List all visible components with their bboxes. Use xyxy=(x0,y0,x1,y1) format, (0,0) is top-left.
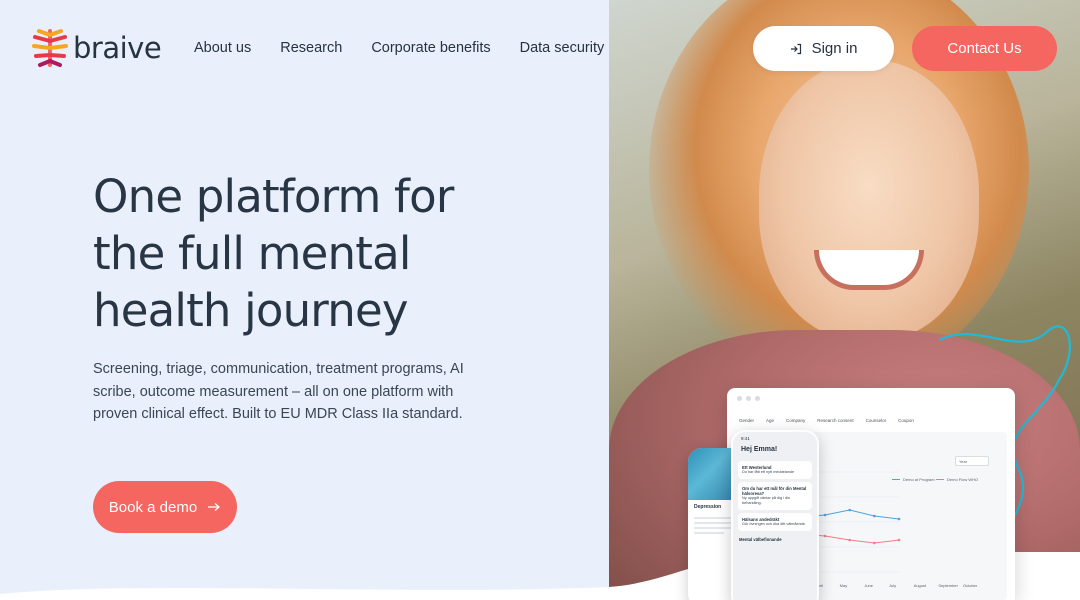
legend-swatch-pink xyxy=(936,478,944,481)
card-2-text: Ny uppgift väntar på dig i din behandlin… xyxy=(742,496,791,505)
hero-subtitle: Screening, triage, communication, treatm… xyxy=(93,361,464,422)
brain-logo-icon xyxy=(32,29,68,67)
filter-company: Company xyxy=(786,418,806,423)
nav-research[interactable]: Research xyxy=(280,40,342,56)
chart-point-1-4 xyxy=(823,513,827,517)
chart-point-2-6 xyxy=(873,541,876,545)
filter-age: Age xyxy=(766,418,775,423)
contact-us-button[interactable]: Contact Us xyxy=(912,26,1057,71)
page-title: One platform for the full mental health … xyxy=(93,168,533,339)
sign-in-label: Sign in xyxy=(811,40,858,57)
title-line-1: One platform for xyxy=(93,170,454,223)
nav-data-security[interactable]: Data security xyxy=(520,40,605,56)
legend-label-1: Demo at Program xyxy=(903,477,935,482)
phone-greeting: Hej Emma! xyxy=(741,446,778,453)
month-label: September xyxy=(938,583,958,588)
chart-point-1-5 xyxy=(848,508,851,512)
chart-point-1-6 xyxy=(873,514,876,518)
month-label: August xyxy=(913,583,927,588)
month-label: May xyxy=(839,583,848,588)
dashboard-filters: Gender Age Company Research consent Coun… xyxy=(739,418,914,423)
sign-in-button[interactable]: Sign in xyxy=(753,26,894,71)
period-select: Year xyxy=(955,456,989,466)
chart-point-2-7 xyxy=(897,538,901,542)
month-label: July xyxy=(889,583,897,588)
month-label: June xyxy=(864,583,874,588)
phone-section-title: Mental välbefinnande xyxy=(739,537,782,542)
filter-gender: Gender xyxy=(739,418,755,423)
card-2-title: Om du har ett mål för din Mental hälsore… xyxy=(742,486,807,496)
logo[interactable]: braive xyxy=(31,27,162,69)
title-line-2: the full mental xyxy=(93,227,411,280)
phone-card-message: Ett Westerlund Du har fått ett nytt medd… xyxy=(738,461,812,479)
nav-corporate-benefits[interactable]: Corporate benefits xyxy=(371,40,490,56)
brand-name: braive xyxy=(73,31,162,65)
month-label: October xyxy=(963,583,978,588)
legend-item-2: Demo Flow WHO xyxy=(936,477,978,482)
arrow-right-icon xyxy=(208,503,221,511)
photo-face xyxy=(759,60,979,340)
card-3-text: Gör övningen och öka ditt välmående. xyxy=(742,522,806,526)
phone-card-exercise: Hälsans andedräkt Gör övningen och öka d… xyxy=(738,513,812,531)
card-1-text: Du har fått ett nytt meddelande xyxy=(742,470,795,474)
sign-in-icon xyxy=(790,43,801,54)
chart-point-1-7 xyxy=(897,517,901,521)
chart-point-2-4 xyxy=(823,534,827,538)
filter-coupon: Coupon xyxy=(898,418,914,423)
nav-about-us[interactable]: About us xyxy=(194,40,251,56)
phone-time: 9:41 xyxy=(741,436,750,441)
title-line-3: health journey xyxy=(93,284,408,337)
filter-counselor: Counselor xyxy=(865,418,887,423)
phone-mockup-front: 9:41 Hej Emma! Ett Westerlund Du har fåt… xyxy=(731,430,819,600)
phone-card-goal: Om du har ett mål för din Mental hälsore… xyxy=(738,482,812,510)
legend-swatch-blue xyxy=(892,478,900,481)
chart-point-2-5 xyxy=(848,538,851,542)
book-demo-button[interactable]: Book a demo xyxy=(93,481,237,533)
filter-research-consent: Research consent xyxy=(817,418,854,423)
legend-label-2: Demo Flow WHO xyxy=(947,477,979,482)
window-dots xyxy=(737,396,760,401)
legend-item-1: Demo at Program xyxy=(892,477,935,482)
main-nav: About us Research Corporate benefits Dat… xyxy=(194,40,604,56)
book-demo-label: Book a demo xyxy=(108,498,198,516)
